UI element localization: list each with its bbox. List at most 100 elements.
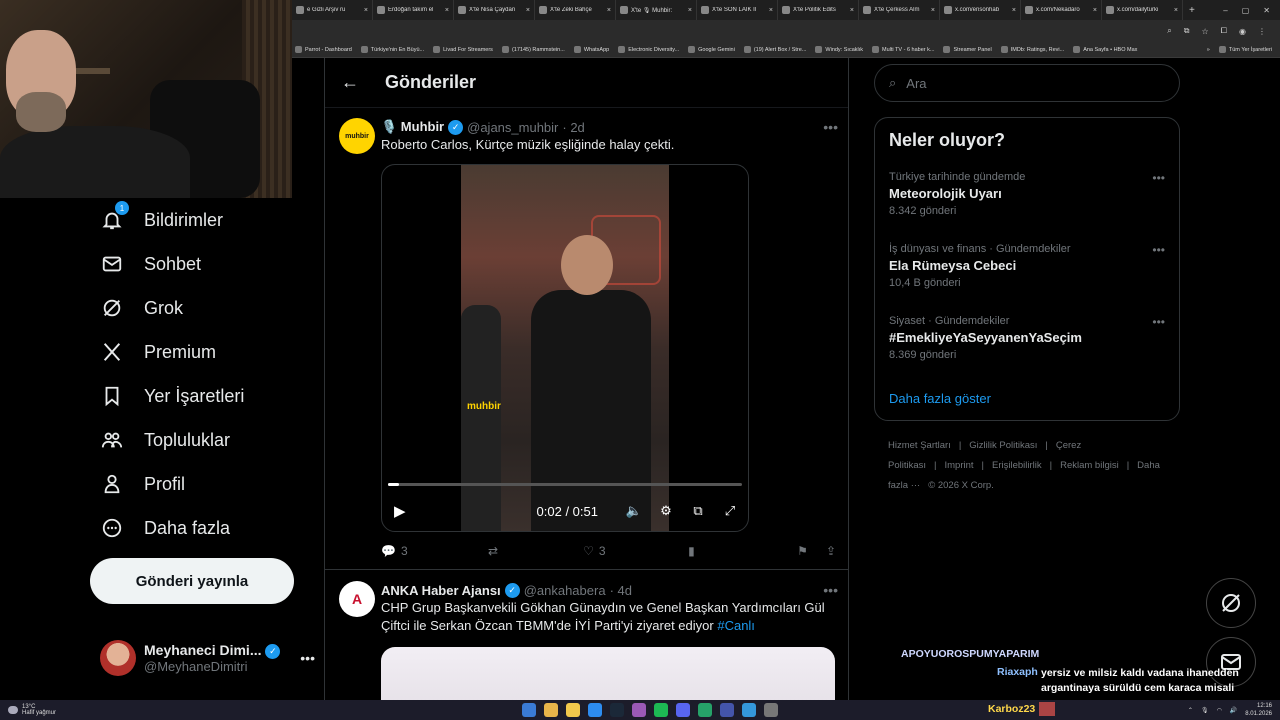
bookmark-item[interactable]: (17145) Rammstein... (501, 46, 565, 53)
play-icon[interactable]: ▶ (394, 502, 406, 520)
video-player[interactable]: muhbir ▶ 0:02 / 0:51 🔈 ⚙ ⧉ ⤢ (381, 164, 749, 532)
app-icon[interactable] (742, 703, 756, 717)
obs-icon[interactable] (764, 703, 778, 717)
maximize-button[interactable]: ▢ (1242, 6, 1250, 15)
folder-icon[interactable] (566, 703, 580, 717)
like-button[interactable]: ♡ 3 (583, 544, 688, 558)
fullscreen-icon[interactable]: ⤢ (720, 503, 740, 519)
sidebar-item-premium[interactable]: Premium (100, 340, 216, 364)
app-icon[interactable] (698, 703, 712, 717)
chrome-icon[interactable] (544, 703, 558, 717)
bookmark-item[interactable]: WhatsApp (573, 46, 609, 53)
close-icon[interactable]: × (364, 7, 368, 14)
browser-tab[interactable]: X'te 🎙 Muhbir: × (616, 0, 697, 20)
browser-tab[interactable]: X'te Nisa Çaydan × (454, 0, 535, 20)
pip-icon[interactable]: ⧉ (688, 503, 708, 519)
close-icon[interactable]: × (769, 7, 773, 14)
spotify-icon[interactable] (654, 703, 668, 717)
video-progress-bar[interactable] (388, 483, 742, 486)
browser-tab[interactable]: X'te Çerkess Alm × (859, 0, 940, 20)
bookmark-item[interactable]: Streamer Panel (943, 46, 992, 53)
trend-item[interactable]: Türkiye tarihinde gündemde Meteorolojik … (889, 171, 1165, 223)
more-icon[interactable]: ••• (1152, 315, 1165, 329)
sidebar-item-more[interactable]: Daha fazla (100, 516, 230, 540)
bookmark-item[interactable]: Livad For Streamers (433, 46, 493, 53)
zoom-icon[interactable]: ⌕ (1167, 26, 1171, 36)
browser-tab[interactable]: X'te Politik Edits × (778, 0, 859, 20)
footer-link[interactable]: Reklam bilgisi (1060, 460, 1119, 471)
footer-link[interactable]: Gizlilik Politikası (969, 440, 1037, 451)
more-icon[interactable]: ••• (300, 650, 315, 666)
browser-tab[interactable]: X'te Zeki Bahçe × (535, 0, 616, 20)
account-switcher[interactable]: Meyhaneci Dimi... ✓ @MeyhaneDimitri ••• (100, 636, 315, 680)
bookmark-item[interactable]: Parrot - Dashboard (295, 46, 352, 53)
bookmark-item[interactable]: IMDb: Ratings, Revi... (1000, 46, 1064, 53)
volume-icon[interactable]: 🔈 (624, 503, 644, 519)
share-icon[interactable]: ⇪ (826, 544, 836, 558)
clock[interactable]: 12:16 8.01.2026 (1245, 702, 1272, 718)
browser-tab[interactable]: e Gizli Arşiv ru × (292, 0, 373, 20)
post-time[interactable]: · 2d (562, 120, 584, 135)
sidebar-item-profile[interactable]: Profil (100, 472, 185, 496)
browser-tab[interactable]: x.com/ensonhab × (940, 0, 1021, 20)
hashtag-link[interactable]: #Canlı (717, 618, 755, 633)
footer-link[interactable]: Erişilebilirlik (992, 460, 1042, 471)
close-icon[interactable]: × (1174, 7, 1178, 14)
repost-button[interactable]: ⇄ (488, 544, 583, 558)
discord-icon[interactable] (676, 703, 690, 717)
new-tab-button[interactable]: + (1183, 5, 1201, 16)
edge-icon[interactable] (588, 703, 602, 717)
bookmark-item[interactable]: Electronic Diversity... (618, 46, 679, 53)
bookmark-item[interactable]: Google Gemini (688, 46, 735, 53)
more-icon[interactable]: ••• (1152, 171, 1165, 185)
more-icon[interactable]: ••• (823, 119, 838, 135)
chevron-up-icon[interactable]: ⌃ (1188, 707, 1193, 714)
start-icon[interactable] (522, 703, 536, 717)
post-anka[interactable]: A ANKA Haber Ajansı ✓ @ankahabera · 4d •… (325, 571, 848, 700)
close-window-button[interactable]: ✕ (1263, 6, 1270, 15)
install-icon[interactable]: ⧉ (1184, 26, 1190, 36)
search-input[interactable]: ⌕ Ara (874, 64, 1180, 102)
close-icon[interactable]: × (931, 7, 935, 14)
footer-link[interactable]: Imprint (944, 460, 973, 471)
close-icon[interactable]: × (688, 7, 692, 14)
avatar[interactable]: muhbir (339, 118, 375, 154)
sidebar-item-bookmarks[interactable]: Yer İşaretleri (100, 384, 244, 408)
minimize-button[interactable]: – (1223, 6, 1227, 15)
bookmark-icon[interactable]: ⚑ (797, 544, 808, 558)
weather-widget[interactable]: 13°C Hafif yağmur (0, 704, 56, 716)
back-arrow-icon[interactable]: ← (341, 72, 359, 93)
avatar[interactable]: A (339, 581, 375, 617)
post-author-name[interactable]: 🎙️ Muhbir (381, 119, 444, 135)
app-icon[interactable] (720, 703, 734, 717)
sidebar-item-grok[interactable]: Grok (100, 296, 183, 320)
footer-link[interactable]: © 2026 X Corp. (928, 480, 994, 491)
mic-icon[interactable]: 🎙 (1201, 707, 1209, 714)
views-button[interactable]: ▮ (688, 544, 797, 558)
app-icon[interactable] (632, 703, 646, 717)
close-icon[interactable]: × (445, 7, 449, 14)
bookmarks-overflow[interactable]: » Tüm Yer İşaretleri (1207, 46, 1280, 53)
post-author-name[interactable]: ANKA Haber Ajansı (381, 583, 501, 598)
post-author-handle[interactable]: @ankahabera (524, 583, 606, 598)
post-author-handle[interactable]: @ajans_muhbir (467, 120, 558, 135)
bookmark-item[interactable]: Türkiye'nin En Büyü... (360, 46, 424, 53)
trend-item[interactable]: İş dünyası ve finans · Gündemdekiler Ela… (889, 243, 1165, 295)
post-time[interactable]: · 4d (610, 583, 632, 598)
trend-item[interactable]: Siyaset · Gündemdekiler #EmekliyeYaSeyya… (889, 315, 1165, 367)
close-icon[interactable]: × (607, 7, 611, 14)
wifi-icon[interactable]: ◠ (1217, 707, 1222, 714)
browser-tab[interactable]: Erdoğan takım el × (373, 0, 454, 20)
post-button[interactable]: Gönderi yayınla (90, 558, 294, 604)
browser-tab[interactable]: X'te SON LAİK İl × (697, 0, 778, 20)
bookmark-item[interactable]: (19) Alert Box / Stre... (743, 46, 806, 53)
sidebar-item-notifications[interactable]: 1 Bildirimler (100, 201, 223, 232)
close-icon[interactable]: × (850, 7, 854, 14)
extensions-icon[interactable]: ⧠ (1221, 26, 1227, 36)
menu-icon[interactable]: ⋮ (1258, 27, 1266, 36)
reply-button[interactable]: 💬 3 (381, 544, 488, 558)
post-muhbir[interactable]: muhbir 🎙️ Muhbir ✓ @ajans_muhbir · 2d ••… (325, 108, 848, 570)
more-icon[interactable]: ••• (1152, 243, 1165, 257)
sidebar-item-communities[interactable]: Topluluklar (100, 428, 230, 452)
post-image[interactable] (381, 647, 835, 700)
